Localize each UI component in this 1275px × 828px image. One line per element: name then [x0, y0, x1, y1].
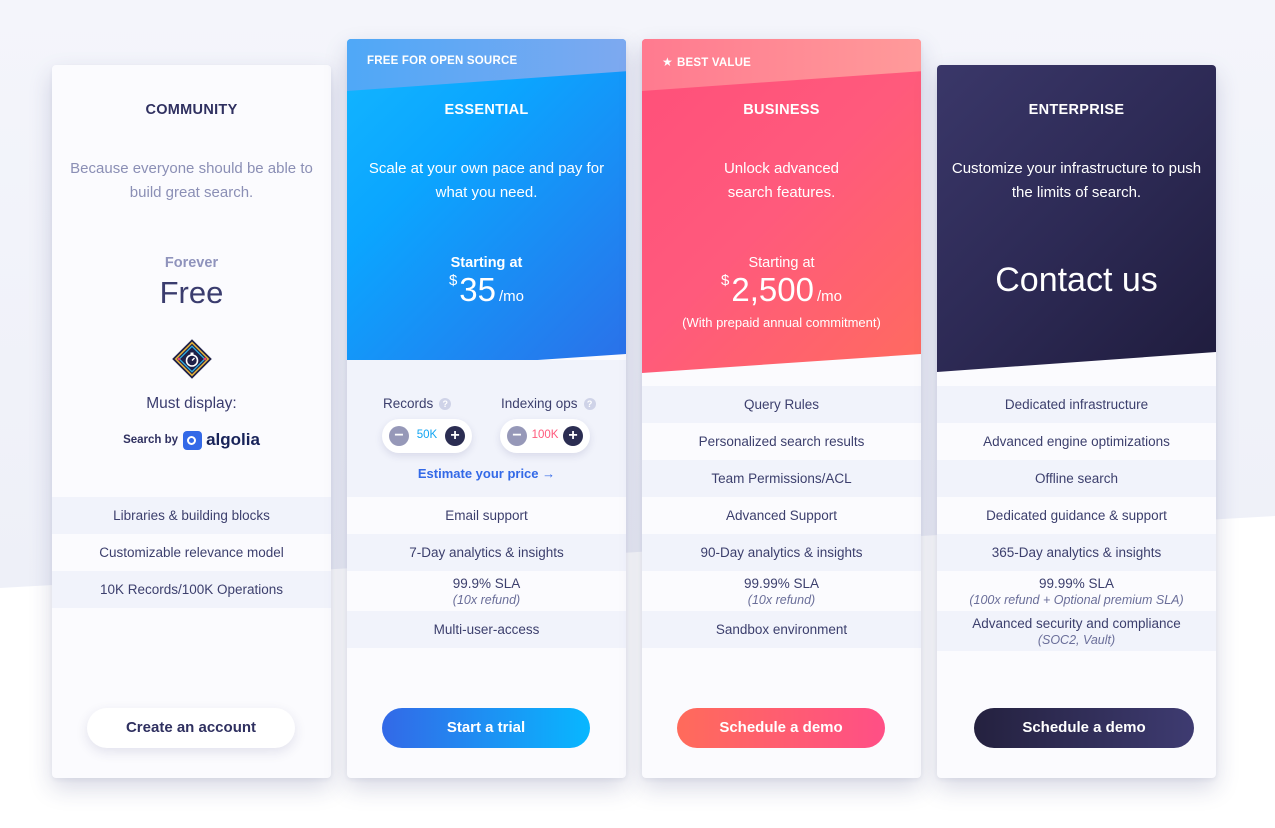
feature-item: Sandbox environment: [642, 611, 921, 648]
plan-price: Contact us: [995, 261, 1158, 299]
plus-icon[interactable]: +: [563, 426, 583, 446]
indexing-ops-label: Indexing ops?: [501, 396, 596, 411]
plan-card-essential: FREE FOR OPEN SOURCE ESSENTIAL Scale at …: [347, 39, 626, 778]
price-period: /mo: [816, 288, 842, 305]
plan-description: Because everyone should be able to build…: [70, 160, 313, 201]
feature-item: 99.99% SLA (10x refund): [743, 575, 820, 607]
feature-list: Query Rules Personalized search results …: [642, 386, 921, 648]
search-by-algolia: Search by algolia: [52, 430, 331, 450]
stopwatch-badge-icon: [172, 339, 212, 379]
records-stepper: − 50K +: [382, 419, 472, 453]
feature-item: Advanced security and compliance (SOC2, V…: [937, 611, 1216, 651]
minus-icon[interactable]: −: [507, 426, 527, 446]
feature-item: 7-Day analytics & insights: [347, 534, 626, 571]
price-amount: 2,500: [731, 271, 814, 308]
plan-description: Customize your infrastructure to push th…: [951, 160, 1202, 201]
price-period: /mo: [499, 288, 525, 305]
plan-title: BUSINESS: [743, 102, 820, 118]
records-label: Records?: [383, 396, 452, 411]
question-icon[interactable]: ?: [439, 398, 452, 410]
feature-item: Advanced Support: [725, 508, 838, 523]
minus-icon[interactable]: −: [389, 426, 409, 446]
feature-item: Libraries & building blocks: [52, 497, 331, 534]
feature-item: 99.99% SLA (100x refund + Optional premiu…: [969, 575, 1184, 607]
feature-list: Email support 7-Day analytics & insights…: [347, 497, 626, 648]
price-amount: 35: [459, 271, 497, 308]
feature-item: Dedicated guidance & support: [986, 508, 1167, 523]
must-display-label: Must display:: [146, 395, 237, 412]
feature-item: Query Rules: [642, 386, 921, 423]
plan-card-community: COMMUNITY Because everyone should be abl…: [52, 65, 331, 778]
plan-price: $35/mo: [347, 271, 626, 309]
feature-list: Libraries & building blocks Customizable…: [52, 497, 331, 608]
plus-icon[interactable]: +: [445, 426, 465, 446]
feature-item: 90-Day analytics & insights: [642, 534, 921, 571]
feature-item: Team Permissions/ACL: [642, 460, 921, 497]
feature-item: Offline search: [937, 460, 1216, 497]
plan-description: Unlock advanced search features.: [723, 160, 840, 201]
schedule-demo-button[interactable]: Schedule a demo: [677, 708, 885, 748]
feature-item: Email support: [445, 508, 528, 523]
feature-item: Personalized search results: [698, 434, 865, 449]
plan-price: Free: [159, 275, 224, 310]
feature-item: Multi-user-access: [347, 611, 626, 648]
feature-item: 10K Records/100K Operations: [52, 571, 331, 608]
records-value: 50K: [416, 429, 438, 441]
plan-price: $2,500/mo: [642, 271, 921, 309]
search-by-text: Search by: [123, 434, 179, 446]
star-icon: ★: [662, 55, 673, 69]
plan-title: COMMUNITY: [145, 102, 238, 118]
start-trial-button[interactable]: Start a trial: [382, 708, 590, 748]
currency: $: [721, 272, 730, 289]
feature-item: Advanced engine optimizations: [983, 434, 1170, 449]
feature-list: Dedicated infrastructure Advanced engine…: [937, 386, 1216, 651]
schedule-demo-button[interactable]: Schedule a demo: [974, 708, 1194, 748]
create-account-button[interactable]: Create an account: [87, 708, 295, 748]
algolia-logo-icon: [183, 430, 203, 450]
plan-card-business: ★ BEST VALUE BUSINESS Unlock advanced sea…: [642, 39, 921, 778]
price-label: Starting at: [450, 255, 523, 271]
plan-title: ESSENTIAL: [444, 102, 529, 118]
plan-description: Scale at your own pace and pay for what …: [368, 160, 605, 201]
estimate-price-link[interactable]: Estimate your price →: [347, 466, 626, 481]
ribbon-label: FREE FOR OPEN SOURCE: [367, 55, 518, 67]
indexing-ops-stepper: − 100K +: [500, 419, 590, 453]
question-icon[interactable]: ?: [583, 398, 596, 410]
indexing-ops-value: 100K: [531, 429, 559, 441]
plan-hero: [347, 39, 626, 373]
plan-card-enterprise: ENTERPRISE Customize your infrastructure…: [937, 65, 1216, 778]
price-label: Starting at: [748, 255, 815, 271]
currency: $: [448, 272, 458, 289]
usage-selectors: Records? Indexing ops? − 50K + − 100K + …: [347, 360, 626, 497]
commitment-note: (With prepaid annual commitment): [682, 315, 881, 330]
price-label: Forever: [164, 255, 219, 271]
feature-item: Customizable relevance model: [99, 545, 284, 560]
feature-item: Dedicated infrastructure: [937, 386, 1216, 423]
ribbon-label: ★ BEST VALUE: [662, 55, 751, 69]
feature-item: 99.9% SLA (10x refund): [452, 575, 521, 607]
plan-title: ENTERPRISE: [1028, 102, 1125, 118]
algolia-brand: algolia: [206, 430, 260, 449]
feature-item: 365-Day analytics & insights: [937, 534, 1216, 571]
